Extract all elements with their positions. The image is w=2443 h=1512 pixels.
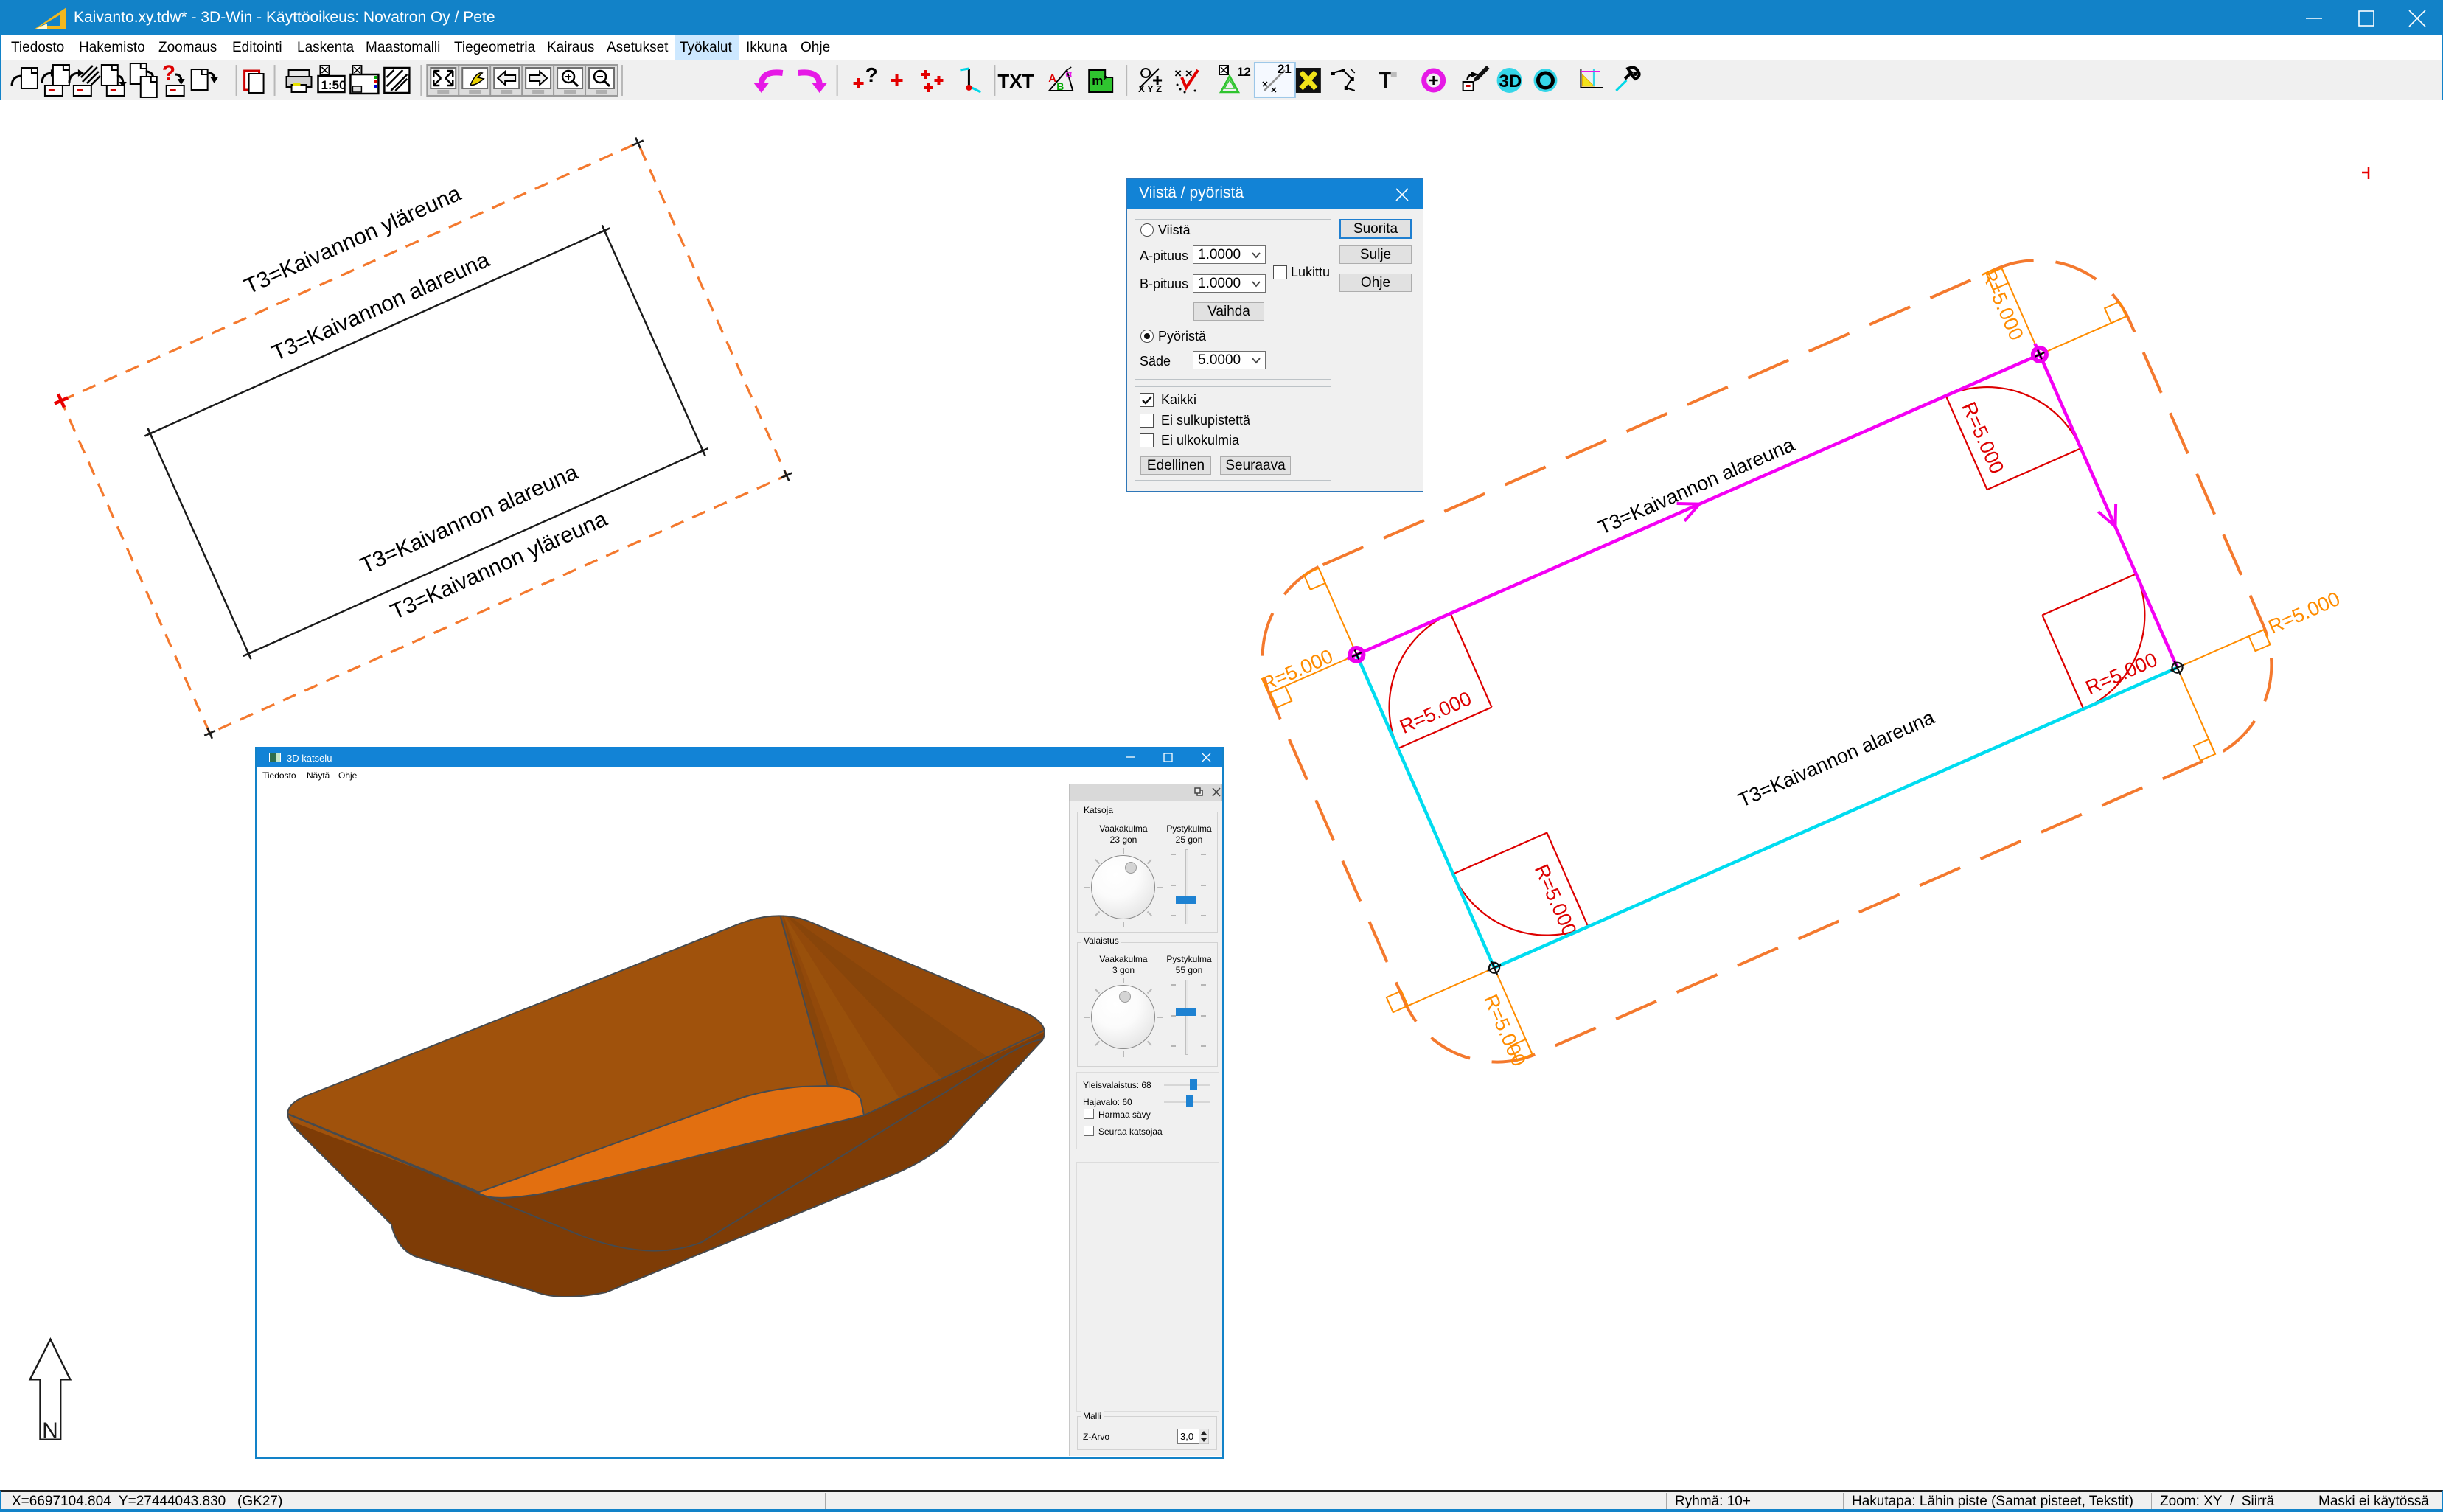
svg-text:?: ? xyxy=(162,61,175,86)
svg-text:R=5.000: R=5.000 xyxy=(1258,645,1336,696)
svg-text:T: T xyxy=(1379,67,1393,94)
svg-text:T3=Kaivannon yläreuna: T3=Kaivannon yläreuna xyxy=(387,506,611,624)
svg-text:A: A xyxy=(1048,72,1056,85)
svg-text:TXT: TXT xyxy=(997,70,1034,92)
svg-text:m²: m² xyxy=(1092,74,1107,88)
svg-text:T3=Kaivannon alareuna: T3=Kaivannon alareuna xyxy=(1735,706,1938,812)
svg-text:?: ? xyxy=(865,63,878,86)
svg-text:R=5.000: R=5.000 xyxy=(2265,588,2343,638)
svg-text:α: α xyxy=(1065,68,1073,80)
svg-text:T3=Kaivannon alareuna: T3=Kaivannon alareuna xyxy=(1595,433,1798,539)
svg-text:B: B xyxy=(1056,80,1064,92)
svg-text:R=5.000: R=5.000 xyxy=(1977,265,2028,344)
svg-text:R=5.000: R=5.000 xyxy=(1530,861,1581,939)
svg-text:R=5.000: R=5.000 xyxy=(1480,992,1530,1070)
svg-text:3D: 3D xyxy=(1499,72,1522,91)
svg-text:12: 12 xyxy=(1237,65,1251,79)
svg-text:1:50: 1:50 xyxy=(321,78,346,92)
svg-text:N: N xyxy=(42,1418,58,1443)
svg-text:X Y Z: X Y Z xyxy=(1138,83,1162,94)
svg-text:21: 21 xyxy=(1278,62,1292,76)
svg-text:R=5.000: R=5.000 xyxy=(1396,687,1474,738)
